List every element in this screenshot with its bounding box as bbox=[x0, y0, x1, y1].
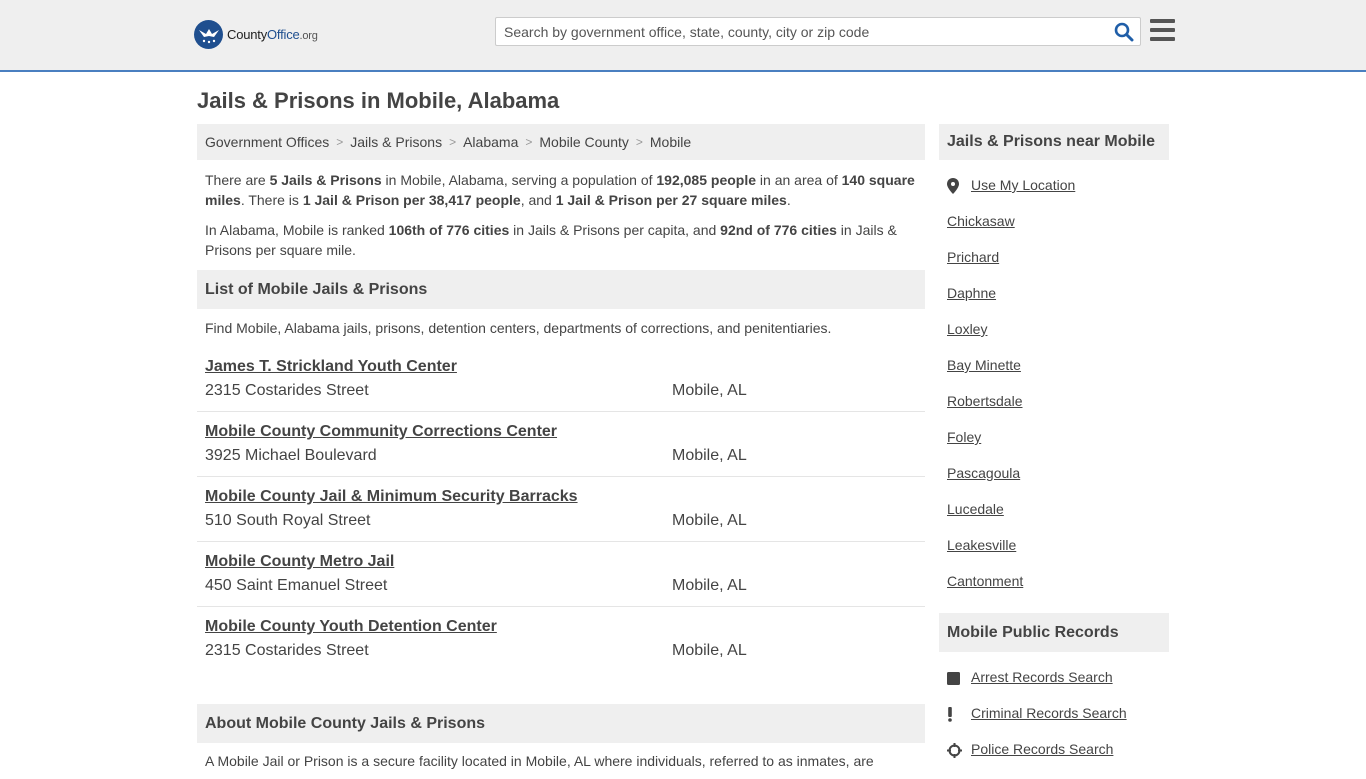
arrest-records-link[interactable]: Arrest Records Search bbox=[971, 669, 1113, 685]
square-icon bbox=[947, 669, 971, 687]
breadcrumb-jails-prisons[interactable]: Jails & Prisons bbox=[350, 134, 442, 150]
breadcrumb-mobile[interactable]: Mobile bbox=[650, 134, 691, 150]
nearby-city-link[interactable]: Chickasaw bbox=[947, 213, 1015, 229]
breadcrumb-separator: > bbox=[635, 135, 643, 149]
facility-address: 3925 Michael Boulevard bbox=[205, 447, 377, 464]
list-item: Mobile County Community Corrections Cent… bbox=[197, 412, 925, 477]
nearby-city-item: Cantonment bbox=[947, 573, 1169, 609]
facility-link[interactable]: Mobile County Youth Detention Center bbox=[205, 617, 497, 637]
nearby-city-item: Loxley bbox=[947, 321, 1169, 357]
list-item: Mobile County Youth Detention Center 231… bbox=[197, 607, 925, 672]
facility-link[interactable]: Mobile County Metro Jail bbox=[205, 552, 394, 572]
facility-list: James T. Strickland Youth Center 2315 Co… bbox=[197, 347, 925, 672]
list-section-subtitle: Find Mobile, Alabama jails, prisons, det… bbox=[205, 320, 832, 336]
nearby-title: Jails & Prisons near Mobile bbox=[939, 124, 1169, 160]
intro-paragraph-rank: In Alabama, Mobile is ranked 106th of 77… bbox=[205, 222, 897, 258]
facility-link[interactable]: James T. Strickland Youth Center bbox=[205, 357, 457, 377]
list-item: Mobile County Metro Jail 450 Saint Emanu… bbox=[197, 542, 925, 607]
breadcrumb-mobile-county[interactable]: Mobile County bbox=[539, 134, 629, 150]
nearby-city-link[interactable]: Foley bbox=[947, 429, 981, 445]
breadcrumb-separator: > bbox=[336, 135, 344, 149]
criminal-records-link[interactable]: Criminal Records Search bbox=[971, 705, 1127, 721]
about-section-text: A Mobile Jail or Prison is a secure faci… bbox=[205, 753, 874, 769]
public-records-title: Mobile Public Records bbox=[939, 613, 1169, 652]
breadcrumb-separator: > bbox=[525, 135, 533, 149]
site-logo[interactable]: CountyOffice.org bbox=[194, 20, 318, 49]
nearby-city-link[interactable]: Leakesville bbox=[947, 537, 1016, 553]
intro-text: There are 5 Jails & Prisons in Mobile, A… bbox=[197, 170, 925, 260]
breadcrumb-alabama[interactable]: Alabama bbox=[463, 134, 518, 150]
nearby-city-link[interactable]: Robertsdale bbox=[947, 393, 1023, 409]
nearby-city-link[interactable]: Loxley bbox=[947, 321, 987, 337]
nearby-city-item: Bay Minette bbox=[947, 357, 1169, 393]
nearby-city-link[interactable]: Pascagoula bbox=[947, 465, 1020, 481]
use-location-item: Use My Location bbox=[947, 177, 1169, 213]
facility-city: Mobile, AL bbox=[672, 642, 747, 659]
about-section-title: About Mobile County Jails & Prisons bbox=[197, 704, 925, 743]
search-box bbox=[495, 17, 1141, 46]
breadcrumb-separator: > bbox=[449, 135, 457, 149]
nearby-city-item: Leakesville bbox=[947, 537, 1169, 573]
use-my-location-link[interactable]: Use My Location bbox=[971, 177, 1075, 193]
facility-address: 2315 Costarides Street bbox=[205, 382, 369, 399]
list-section-title: List of Mobile Jails & Prisons bbox=[197, 270, 925, 309]
nearby-city-link[interactable]: Prichard bbox=[947, 249, 999, 265]
top-header: CountyOffice.org bbox=[0, 0, 1366, 72]
facility-city: Mobile, AL bbox=[672, 512, 747, 529]
nearby-city-item: Lucedale bbox=[947, 501, 1169, 537]
main-content: Government Offices > Jails & Prisons > A… bbox=[197, 124, 925, 779]
crosshair-icon bbox=[947, 741, 971, 759]
logo-eagle-icon bbox=[194, 20, 223, 49]
list-item: James T. Strickland Youth Center 2315 Co… bbox=[197, 347, 925, 412]
nearby-city-link[interactable]: Lucedale bbox=[947, 501, 1004, 517]
nearby-list: Use My Location Chickasaw Prichard Daphn… bbox=[939, 160, 1169, 609]
nearby-city-link[interactable]: Bay Minette bbox=[947, 357, 1021, 373]
facility-address: 2315 Costarides Street bbox=[205, 642, 369, 659]
nearby-city-item: Foley bbox=[947, 429, 1169, 465]
records-item: Arrest Records Search bbox=[947, 669, 1169, 705]
exclamation-icon bbox=[947, 705, 971, 723]
nearby-city-item: Prichard bbox=[947, 249, 1169, 285]
page-title: Jails & Prisons in Mobile, Alabama bbox=[197, 88, 560, 113]
facility-address: 510 South Royal Street bbox=[205, 512, 371, 529]
police-records-link[interactable]: Police Records Search bbox=[971, 741, 1113, 757]
facility-link[interactable]: Mobile County Jail & Minimum Security Ba… bbox=[205, 487, 578, 507]
nearby-city-item: Pascagoula bbox=[947, 465, 1169, 501]
facility-city: Mobile, AL bbox=[672, 577, 747, 594]
nearby-city-item: Daphne bbox=[947, 285, 1169, 321]
facility-link[interactable]: Mobile County Community Corrections Cent… bbox=[205, 422, 557, 442]
map-pin-icon bbox=[947, 177, 971, 195]
facility-city: Mobile, AL bbox=[672, 382, 747, 399]
nearby-city-item: Chickasaw bbox=[947, 213, 1169, 249]
breadcrumb: Government Offices > Jails & Prisons > A… bbox=[197, 124, 925, 160]
facility-address: 450 Saint Emanuel Street bbox=[205, 577, 388, 594]
records-item: Police Records Search bbox=[947, 741, 1169, 777]
nearby-city-link[interactable]: Daphne bbox=[947, 285, 996, 301]
facility-city: Mobile, AL bbox=[672, 447, 747, 464]
intro-paragraph-stats: There are 5 Jails & Prisons in Mobile, A… bbox=[205, 172, 915, 208]
search-input[interactable] bbox=[496, 18, 1096, 45]
logo-text: CountyOffice.org bbox=[227, 27, 318, 42]
records-item: Criminal Records Search bbox=[947, 705, 1169, 741]
list-item: Mobile County Jail & Minimum Security Ba… bbox=[197, 477, 925, 542]
nearby-city-item: Robertsdale bbox=[947, 393, 1169, 429]
search-icon[interactable] bbox=[1114, 22, 1134, 42]
sidebar: Jails & Prisons near Mobile Use My Locat… bbox=[939, 124, 1169, 777]
hamburger-menu-icon[interactable] bbox=[1150, 19, 1175, 41]
breadcrumb-government-offices[interactable]: Government Offices bbox=[205, 134, 329, 150]
public-records-list: Arrest Records Search Criminal Records S… bbox=[939, 652, 1169, 777]
nearby-city-link[interactable]: Cantonment bbox=[947, 573, 1023, 589]
